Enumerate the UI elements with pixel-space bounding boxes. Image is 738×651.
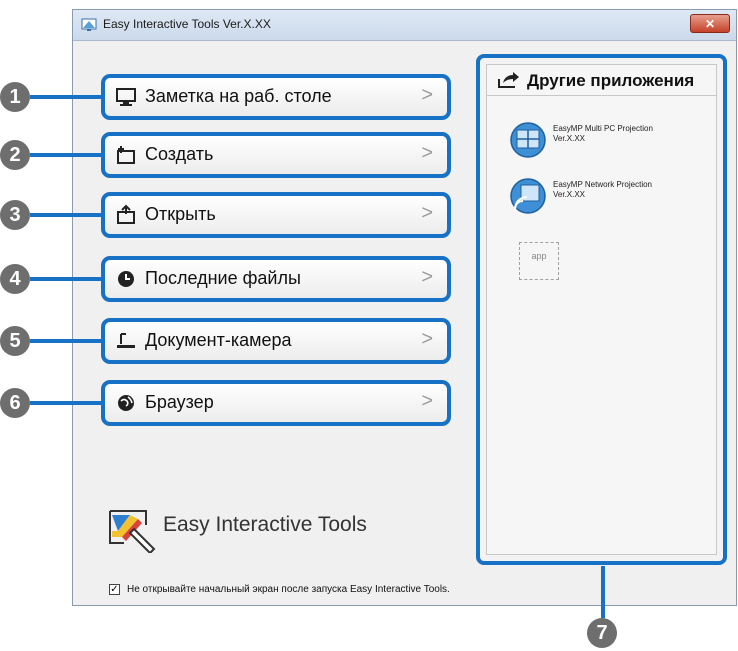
callout-3: 3 (0, 200, 30, 230)
chevron-right-icon: > (421, 142, 433, 164)
chevron-right-icon: > (421, 266, 433, 288)
chevron-right-icon: > (421, 328, 433, 350)
app-icon (81, 18, 97, 31)
menu-label: Открыть (145, 204, 216, 224)
app-name: EasyMP Network Projection (553, 180, 652, 189)
easy-interactive-tools-logo-icon (109, 510, 156, 553)
app-version: Ver.X.XX (553, 190, 586, 199)
open-folder-icon (117, 204, 135, 224)
globe-icon (118, 395, 134, 411)
menu-label: Создать (145, 144, 214, 164)
callout-1: 1 (0, 82, 30, 112)
callout-connector-2 (30, 153, 102, 157)
app-easymp-network[interactable]: EasyMP Network Projection Ver.X.XX (509, 177, 719, 217)
share-arrow-icon (498, 72, 519, 88)
title-bar: Easy Interactive Tools Ver.X.XX ✕ (73, 10, 736, 41)
app-easymp-multi-pc[interactable]: EasyMP Multi PC Projection Ver.X.XX (509, 121, 719, 161)
chevron-right-icon: > (421, 202, 433, 224)
dont-show-label: Не открывайте начальный экран после запу… (127, 584, 450, 595)
menu-label: Документ-камера (145, 330, 292, 350)
menu-button-desktop-note[interactable]: Заметка на раб. столе > (101, 74, 451, 120)
new-page-icon (117, 146, 135, 164)
menu-button-open[interactable]: Открыть > (101, 192, 451, 238)
document-camera-icon (117, 333, 135, 348)
callout-4: 4 (0, 264, 30, 294)
callout-2: 2 (0, 140, 30, 170)
network-projection-icon (510, 178, 546, 214)
callout-6: 6 (0, 388, 30, 418)
menu-label: Последние файлы (145, 268, 301, 288)
callout-connector-7 (601, 566, 605, 618)
callout-connector-5 (30, 339, 102, 343)
app-placeholder: app (519, 242, 559, 280)
multi-pc-projection-icon (510, 122, 546, 158)
menu-button-recent-files[interactable]: Последние файлы > (101, 256, 451, 302)
callout-connector-6 (30, 401, 102, 405)
menu-button-document-camera[interactable]: Документ-камера > (101, 318, 451, 364)
logo-text: Easy Interactive Tools (163, 513, 367, 536)
other-apps-list: Другие приложения EasyMP Multi PC Projec… (486, 64, 717, 555)
app-name: EasyMP Multi PC Projection (553, 124, 653, 133)
dont-show-checkbox[interactable]: ✓ (109, 584, 120, 595)
menu-button-create[interactable]: Создать > (101, 132, 451, 178)
callout-7: 7 (587, 618, 617, 648)
callout-connector-1 (30, 95, 102, 99)
close-button[interactable]: ✕ (690, 14, 730, 33)
other-apps-panel: Другие приложения EasyMP Multi PC Projec… (476, 54, 727, 565)
monitor-icon (116, 88, 136, 106)
window-title: Easy Interactive Tools Ver.X.XX (103, 17, 271, 31)
other-apps-header: Другие приложения (487, 65, 716, 96)
callout-connector-3 (30, 213, 102, 217)
chevron-right-icon: > (421, 390, 433, 412)
menu-button-browser[interactable]: Браузер > (101, 380, 451, 426)
callout-connector-4 (30, 277, 102, 281)
menu-label: Браузер (145, 392, 214, 412)
other-apps-title: Другие приложения (527, 71, 695, 90)
menu-label: Заметка на раб. столе (145, 86, 332, 106)
chevron-right-icon: > (421, 84, 433, 106)
callout-5: 5 (0, 326, 30, 356)
app-version: Ver.X.XX (553, 134, 586, 143)
clock-icon (118, 271, 134, 287)
